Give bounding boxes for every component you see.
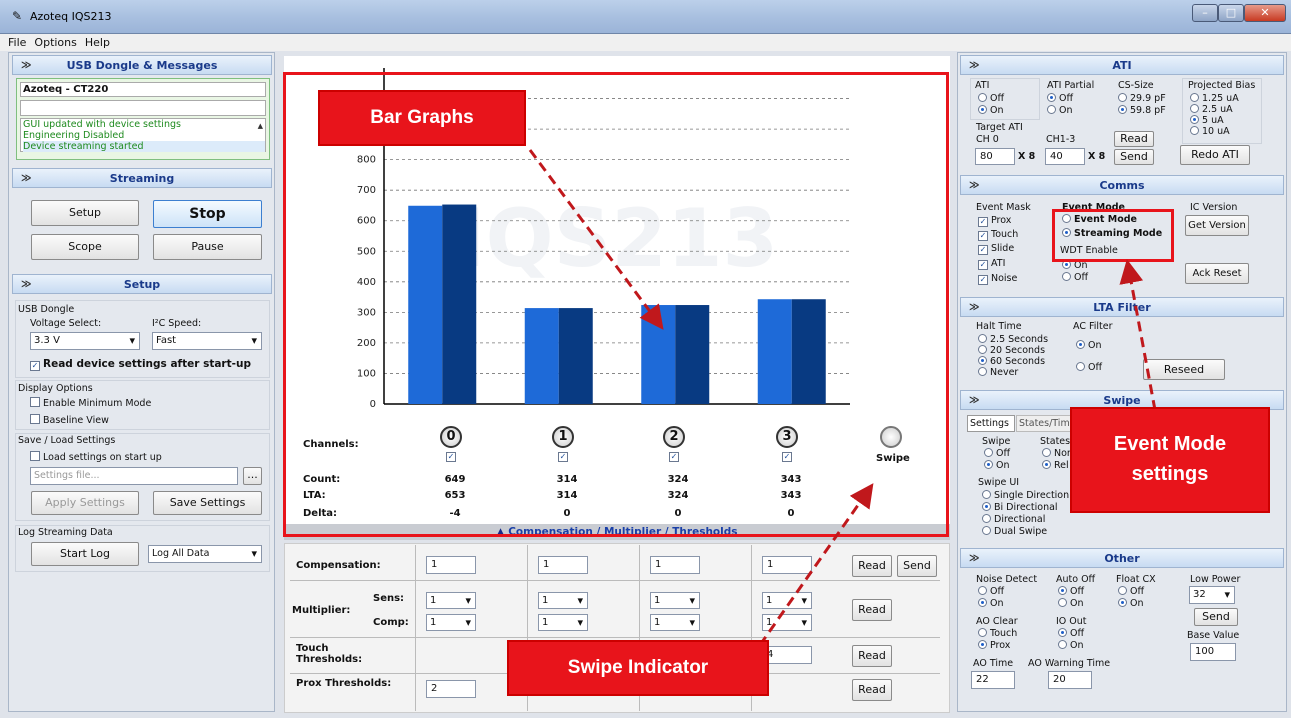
swipe-indicator-callout: Swipe Indicator xyxy=(507,640,769,696)
bar-graph-arrow xyxy=(528,149,664,330)
annotation-arrows xyxy=(528,149,1157,646)
bar-graphs-callout: Bar Graphs xyxy=(318,90,526,146)
swipe-arrow xyxy=(758,483,874,646)
event-mode-callout: Event Mode settings xyxy=(1070,407,1270,513)
event-mode-arrow xyxy=(1119,259,1157,411)
